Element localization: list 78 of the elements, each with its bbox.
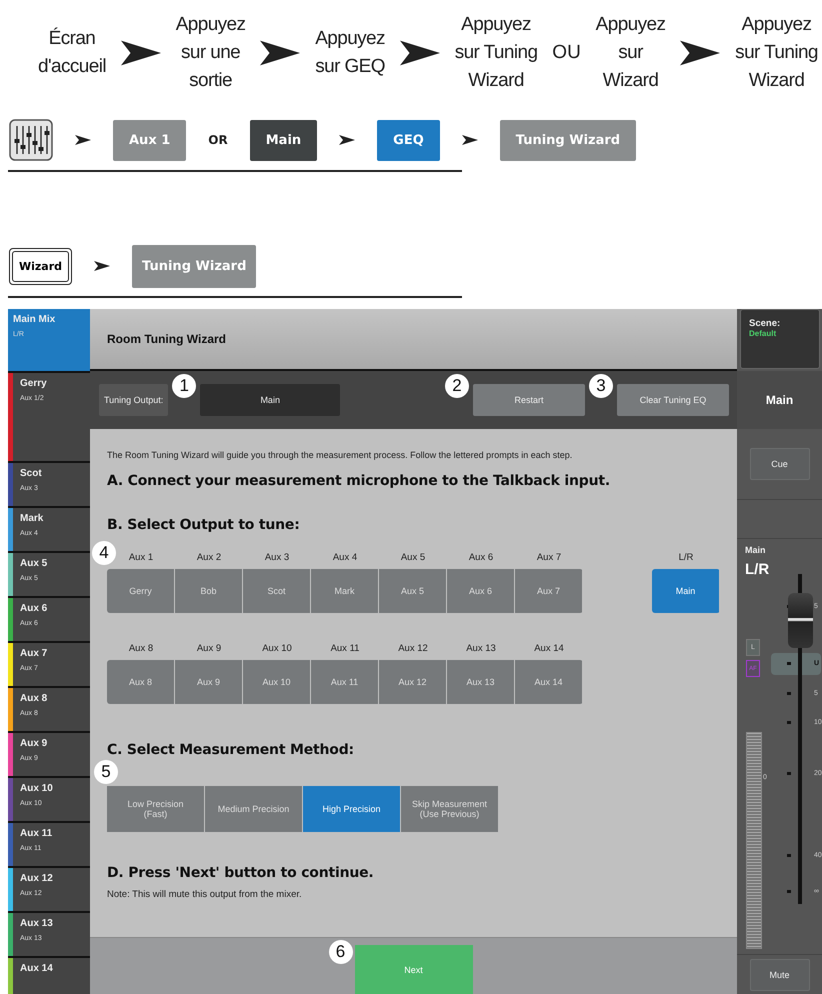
- cue-button[interactable]: Cue: [750, 448, 810, 480]
- output-button[interactable]: Aux 10: [243, 660, 310, 704]
- output-button[interactable]: Scot: [243, 569, 310, 613]
- callout-number: 5: [94, 760, 118, 784]
- arrow-icon: [462, 135, 478, 145]
- callout-number: 6: [328, 940, 352, 964]
- output-button[interactable]: Aux 9: [175, 660, 242, 704]
- mixer-icon: [9, 119, 53, 161]
- arrow-icon: [400, 40, 440, 66]
- or-text: OU: [552, 42, 581, 64]
- output-header: Aux 6: [468, 552, 494, 563]
- output-button[interactable]: Aux 5: [379, 569, 446, 613]
- step-text: Appuyez sur Tuning Wizard: [735, 13, 818, 93]
- step-text: Appuyez sur une sortie: [176, 13, 246, 93]
- callout-number: 1: [172, 374, 196, 398]
- output-header: Aux 12: [398, 643, 428, 654]
- step-text: Écran d'accueil: [38, 26, 106, 79]
- output-header: Aux 5: [400, 552, 426, 563]
- output-header: Aux 14: [534, 643, 564, 654]
- arrow-icon: [680, 40, 720, 66]
- output-button[interactable]: Main: [652, 569, 719, 613]
- fader-handle[interactable]: [788, 593, 813, 648]
- note-text: Note: This will mute this output from the mixer.: [107, 889, 303, 900]
- output-button[interactable]: Aux 6: [447, 569, 514, 613]
- callout-number: 4: [92, 541, 116, 565]
- arrow-icon: [120, 40, 161, 66]
- scene-panel: Scene: Default: [740, 309, 820, 369]
- output-header: Aux 11: [330, 643, 360, 654]
- channel-header: Main: [737, 371, 822, 429]
- output-button[interactable]: Bob: [175, 569, 242, 613]
- output-button[interactable]: Aux 11: [311, 660, 378, 704]
- mute-button[interactable]: Mute: [750, 959, 810, 991]
- arrow-icon: [260, 40, 300, 66]
- output-header: L/R: [678, 552, 694, 563]
- tuning-output-label: Tuning Output:: [99, 384, 168, 416]
- sidebar-item[interactable]: Aux 14: [8, 958, 90, 994]
- unity-indicator: [771, 653, 821, 675]
- output-header: Aux 1: [128, 552, 154, 563]
- step-heading: C. Select Measurement Method:: [107, 742, 355, 758]
- or-text: OR: [208, 133, 228, 147]
- arrow-icon: [94, 261, 110, 271]
- output-header: Aux 8: [128, 643, 154, 654]
- output-button[interactable]: Aux 14: [515, 660, 582, 704]
- method-button[interactable]: Skip Measurement (Use Previous): [401, 786, 498, 832]
- strip-label: Main: [745, 545, 766, 555]
- output-header: Aux 3: [264, 552, 290, 563]
- step-heading: B. Select Output to tune:: [107, 517, 301, 533]
- output-header: Aux 2: [196, 552, 222, 563]
- step-text: Appuyez sur Tuning Wizard: [454, 13, 538, 93]
- step-heading: D. Press 'Next' button to continue.: [107, 865, 375, 881]
- output-header: Aux 10: [262, 643, 292, 654]
- arrow-icon: [75, 135, 91, 145]
- output-header: Aux 9: [196, 643, 222, 654]
- step-text: Appuyez sur Wizard: [596, 13, 666, 93]
- title-bar: Room Tuning Wizard: [90, 309, 737, 371]
- output-header: Aux 7: [536, 552, 562, 563]
- arrow-icon: [339, 135, 356, 145]
- output-button[interactable]: Aux 12: [379, 660, 446, 704]
- step-text: Appuyez sur GEQ: [315, 27, 385, 79]
- output-button[interactable]: Mark: [311, 569, 378, 613]
- method-button[interactable]: Low Precision (Fast): [107, 786, 204, 832]
- method-button[interactable]: High Precision: [303, 786, 400, 832]
- output-button[interactable]: Aux 13: [447, 660, 514, 704]
- output-button[interactable]: Aux 8: [107, 660, 174, 704]
- strip-name: L/R: [745, 561, 770, 578]
- method-button[interactable]: Medium Precision: [205, 786, 302, 832]
- toolbar-button[interactable]: Clear Tuning EQ: [617, 384, 729, 416]
- toolbar-button[interactable]: Restart: [473, 384, 585, 416]
- next-button[interactable]: Next: [354, 945, 472, 994]
- step-heading: A. Connect your measurement microphone to the Talkback input.: [107, 473, 611, 489]
- tuning-output-dropdown[interactable]: Main: [200, 384, 340, 416]
- callout-number: 3: [589, 374, 613, 398]
- intro-text: The Room Tuning Wizard will guide you through the measurement process. Follow the lettered prompts in each step.: [107, 450, 574, 460]
- output-header: Aux 4: [332, 552, 358, 563]
- callout-number: 2: [445, 374, 469, 398]
- output-header: Aux 13: [466, 643, 496, 654]
- output-button[interactable]: Aux 7: [515, 569, 582, 613]
- output-button[interactable]: Gerry: [107, 569, 174, 613]
